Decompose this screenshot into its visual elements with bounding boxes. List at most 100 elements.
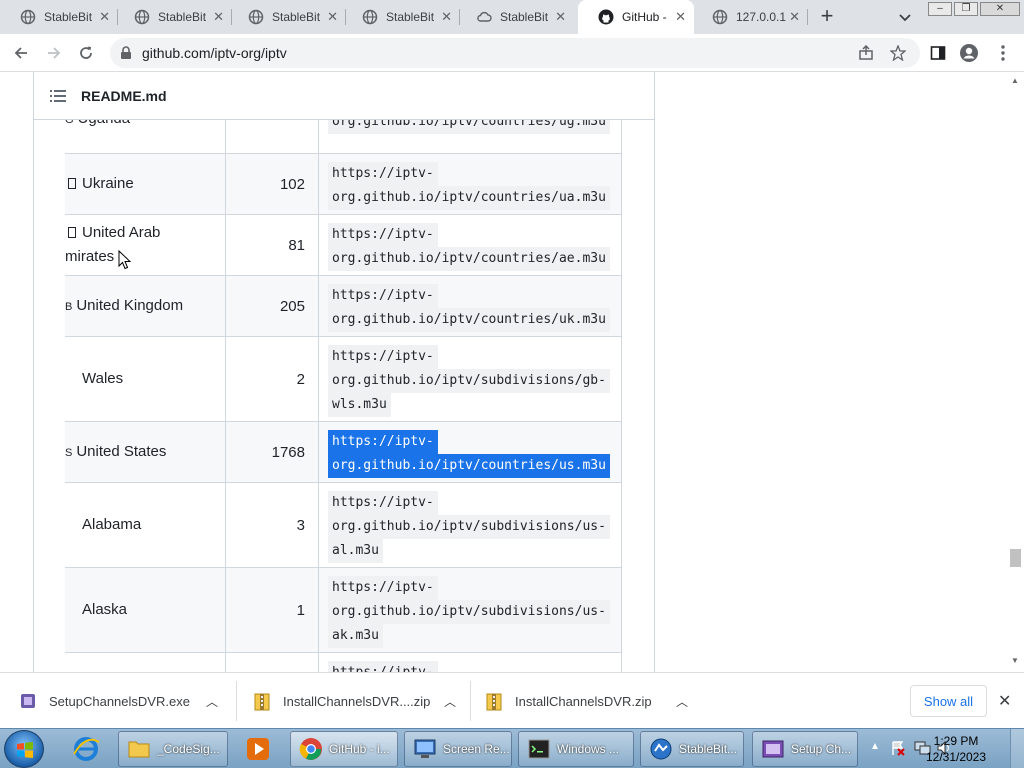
playlist-url-line[interactable]: https://iptv- [328,661,438,672]
browser-tab[interactable]: 127.0.0.1 ✕ [692,0,808,34]
back-arrow-icon [14,47,27,59]
media-player-icon[interactable] [238,731,278,767]
taskbar-task[interactable]: Screen Re... [404,731,512,767]
show-all-button[interactable]: Show all [910,685,987,717]
close-tab-icon[interactable]: ✕ [675,10,686,24]
playlist-url-line[interactable]: org.github.io/iptv/countries/ua.m3u [328,186,610,210]
playlist-url-line[interactable]: org.github.io/iptv/subdivisions/us- [328,600,610,624]
close-tab-icon[interactable]: ✕ [99,10,110,24]
close-tab-icon[interactable]: ✕ [327,10,338,24]
close-window-button[interactable]: ✕ [980,2,1020,16]
readme-filename: README.md [81,88,167,104]
show-desktop-button[interactable] [1010,729,1024,768]
country-name-cont: mirates [65,248,115,265]
playlist-url-cell[interactable]: https://iptv-org.github.io/iptv/countrie… [319,215,622,275]
back-button[interactable] [10,42,32,64]
playlist-url-line[interactable]: https://iptv- [328,345,438,369]
table-row: Alaska 1 https://iptv-org.github.io/iptv/s… [65,567,622,652]
playlist-url-line[interactable]: https://iptv- [328,491,438,515]
country-name: Alaska [82,601,128,618]
internet-explorer-icon[interactable] [66,731,106,767]
browser-tab[interactable]: GitHub - ✕ [578,0,694,34]
playlist-url-line[interactable]: https://iptv- [328,162,438,186]
forward-button[interactable] [43,42,65,64]
download-item[interactable]: InstallChannelsDVR....zip ︿ [254,673,464,729]
url-text: github.com/iptv-org/iptv [142,45,287,61]
playlist-url-cell[interactable]: https://iptv-org.github.io/iptv/countrie… [319,276,622,336]
playlist-url-line[interactable]: wls.m3u [328,393,391,417]
taskbar-task[interactable]: StableBit... [640,731,744,767]
country-name: United States [76,442,167,460]
chevron-up-icon[interactable]: ︿ [444,693,456,710]
scroll-down-arrow-icon[interactable]: ▼ [1011,656,1019,665]
close-tab-icon[interactable]: ✕ [555,10,566,24]
taskbar-task[interactable]: Windows ... [518,731,634,767]
playlist-url-cell[interactable]: https://iptv-org.github.io/iptv/subdivis… [319,568,622,652]
playlist-url-line[interactable]: https://iptv- [328,284,438,308]
outline-list-icon[interactable] [50,89,66,108]
playlist-url-line[interactable]: al.m3u [328,539,383,563]
playlist-url-cell[interactable]: https://iptv- [319,653,622,672]
playlist-url-line[interactable]: https://iptv- [328,576,438,600]
playlist-url-cell[interactable]: https://iptv-org.github.io/iptv/countrie… [319,154,622,214]
new-tab-button[interactable]: + [816,5,838,28]
playlist-url-line[interactable]: org.github.io/iptv/countries/us.m3u [328,454,610,478]
tab-title: StableBit [500,10,549,24]
channel-count-cell: 2 [226,337,319,421]
chevron-up-icon[interactable]: ︿ [206,693,218,710]
page-scrollbar[interactable]: ▲ ▼ [1007,72,1024,672]
restore-button[interactable]: ❐ [954,2,978,16]
bookmark-star-icon[interactable] [887,42,909,64]
tray-expand-icon[interactable]: ▲ [870,741,880,752]
system-clock[interactable]: 1:29 PM 12/31/2023 [916,733,996,765]
page-content: README.md GUganda37org.github.io/iptv/co… [0,72,1024,672]
minimize-button[interactable]: – [928,2,952,16]
close-tab-icon[interactable]: ✕ [441,10,452,24]
playlist-url-line[interactable]: org.github.io/iptv/subdivisions/us- [328,515,610,539]
tab-title: StableBit [386,10,435,24]
scrollbar-thumb[interactable] [1010,549,1021,567]
scroll-up-arrow-icon[interactable]: ▲ [1011,76,1019,85]
close-tab-icon[interactable]: ✕ [213,10,224,24]
profile-avatar-icon[interactable] [958,42,980,64]
taskbar-task[interactable]: Setup Ch... [752,731,858,767]
country-cell: Wales [65,337,226,421]
browser-tab[interactable]: StableBit ✕ [228,0,346,34]
close-tab-icon[interactable]: ✕ [789,10,800,24]
reload-button[interactable] [75,42,97,64]
playlist-url-line[interactable]: ak.m3u [328,624,383,648]
table-row: https://iptv- [65,652,622,672]
side-panel-icon[interactable] [927,42,949,64]
tab-separator [807,9,808,25]
menu-kebab-icon[interactable] [992,42,1014,64]
taskbar-task[interactable]: GitHub - i... [290,731,398,767]
country-cell [65,653,226,672]
share-icon[interactable] [855,42,877,64]
action-center-flag-icon[interactable] [890,740,906,756]
playlist-url-line[interactable]: https://iptv- [328,430,438,454]
country-cell: Alaska [65,568,226,652]
address-bar[interactable]: github.com/iptv-org/iptv [110,38,920,68]
github-icon [598,9,614,25]
download-item[interactable]: InstallChannelsDVR.zip ︿ [486,673,696,729]
browser-tab[interactable]: StableBit ✕ [0,0,118,34]
playlist-url-line[interactable]: org.github.io/iptv/countries/ae.m3u [328,247,610,271]
browser-tab[interactable]: StableBit ✕ [114,0,232,34]
browser-tab[interactable]: StableBit ✕ [456,0,574,34]
download-item[interactable]: SetupChannelsDVR.exe ︿ [20,673,230,729]
playlist-url-cell[interactable]: https://iptv-org.github.io/iptv/subdivis… [319,483,622,567]
playlist-url-cell[interactable]: https://iptv-org.github.io/iptv/countrie… [319,422,622,482]
tab-search-icon[interactable] [896,8,914,26]
playlist-url-line[interactable]: https://iptv- [328,223,438,247]
country-cell: Alabama [65,483,226,567]
start-button[interactable] [4,730,44,768]
taskbar-task[interactable]: _CodeSig... [118,731,228,767]
channel-count-cell: 205 [226,276,319,336]
playlist-url-cell[interactable]: https://iptv-org.github.io/iptv/subdivis… [319,337,622,421]
chevron-up-icon[interactable]: ︿ [676,693,688,710]
tab-title: StableBit [272,10,321,24]
browser-tab[interactable]: StableBit ✕ [342,0,460,34]
playlist-url-line[interactable]: org.github.io/iptv/subdivisions/gb- [328,369,610,393]
close-downloads-icon[interactable]: ✕ [998,691,1011,711]
playlist-url-line[interactable]: org.github.io/iptv/countries/uk.m3u [328,308,610,332]
